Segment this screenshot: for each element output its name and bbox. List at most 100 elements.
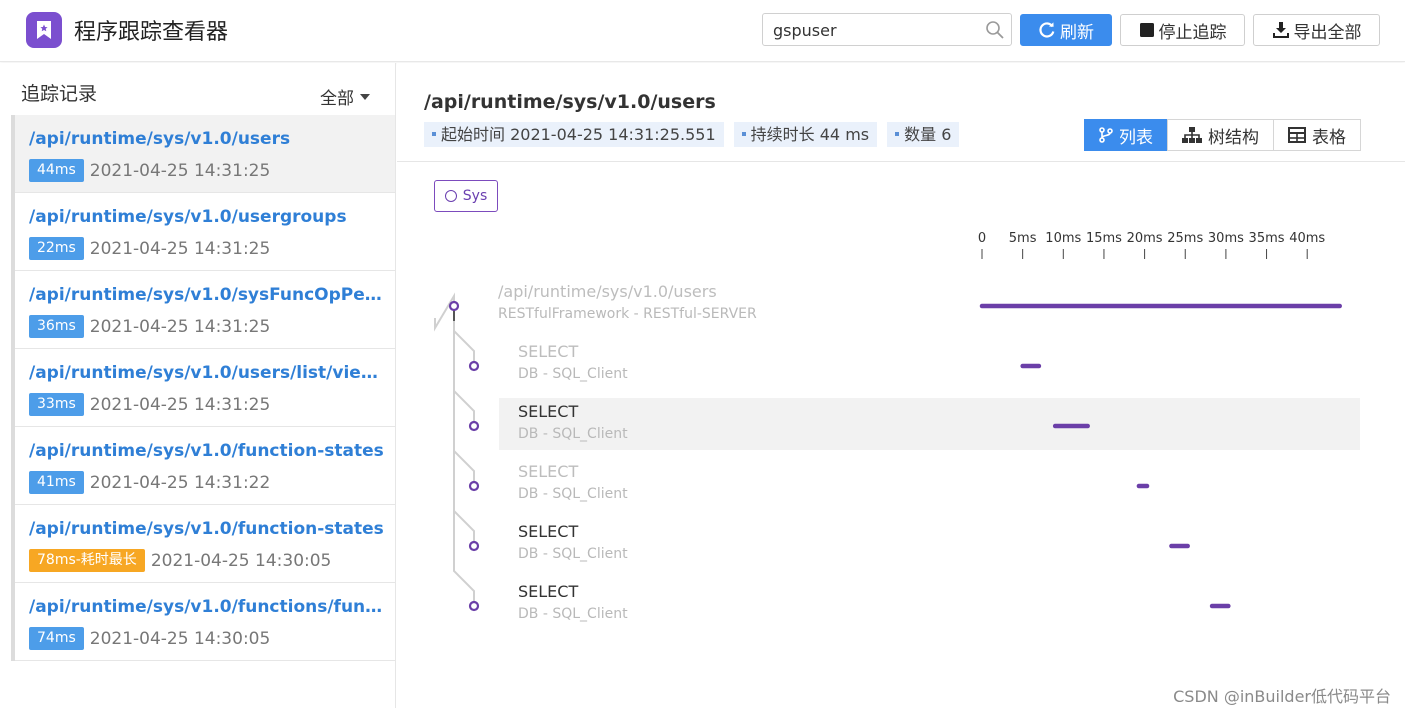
trace-records-header: 追踪记录 全部	[0, 63, 396, 115]
tree-view-button[interactable]: 树结构	[1167, 119, 1274, 151]
axis-tick-label: 40ms	[1289, 231, 1325, 246]
span-node-icon	[468, 540, 480, 552]
trace-filter-dropdown[interactable]: 全部	[320, 84, 370, 109]
trace-timestamp: 2021-04-25 14:31:22	[89, 472, 271, 493]
duration-badge: 78ms-耗时最长	[29, 549, 145, 572]
span-node-icon	[468, 600, 480, 612]
trace-url: /api/runtime/sys/v1.0/function-states	[29, 519, 384, 539]
tree-connector	[453, 441, 475, 486]
download-icon	[1272, 22, 1289, 38]
trace-timestamp: 2021-04-25 14:31:25	[89, 316, 271, 337]
trace-list-item[interactable]: /api/runtime/sys/v1.0/users 44ms 2021-04-2…	[15, 115, 395, 193]
trace-timestamp: 2021-04-25 14:31:25	[89, 394, 271, 415]
trace-detail-title: /api/runtime/sys/v1.0/users	[424, 91, 716, 113]
trace-timestamp: 2021-04-25 14:30:05	[89, 628, 271, 649]
trace-timestamp: 2021-04-25 14:30:05	[150, 550, 332, 571]
search-icon[interactable]	[985, 20, 1005, 40]
tree-connector	[453, 501, 475, 546]
axis-tick-label: 5ms	[1009, 231, 1037, 246]
axis-tick-label: 0	[978, 231, 986, 246]
app-logo	[26, 12, 62, 48]
refresh-icon	[1039, 22, 1055, 38]
sys-chip-label: Sys	[462, 188, 488, 204]
axis-tick-label: 10ms	[1045, 231, 1081, 246]
trace-list-item[interactable]: /api/runtime/sys/v1.0/sysFuncOpPermiss..…	[15, 271, 395, 349]
trace-timestamp: 2021-04-25 14:31:25	[89, 160, 271, 181]
stop-tracing-button[interactable]: 停止追踪	[1120, 14, 1245, 46]
sys-filter-chip[interactable]: Sys	[434, 180, 498, 212]
trace-records-title: 追踪记录	[21, 83, 98, 105]
duration-badge: 44ms	[29, 159, 84, 182]
trace-url: /api/runtime/sys/v1.0/usergroups	[29, 207, 347, 227]
table-view-label: 表格	[1312, 127, 1346, 148]
list-view-label: 列表	[1119, 127, 1153, 148]
duration-badge: 36ms	[29, 315, 84, 338]
trace-filter-label: 全部	[320, 89, 354, 109]
view-switch: 列表 树结构 表格	[1084, 119, 1361, 151]
start-time-text: 起始时间 2021-04-25 14:31:25.551	[441, 125, 716, 144]
tree-connector	[453, 381, 475, 426]
sitemap-icon	[1182, 127, 1202, 143]
stop-icon	[1139, 23, 1154, 37]
app-header: 程序跟踪查看器 刷新 停止追踪 导出全部	[0, 0, 1405, 62]
bullet-icon	[741, 131, 746, 136]
duration-text: 持续时长 44 ms	[750, 125, 870, 144]
trace-meta: 36ms 2021-04-25 14:31:25	[29, 315, 270, 338]
trace-list-item[interactable]: /api/runtime/sys/v1.0/function-states 41m…	[15, 427, 395, 505]
duration-badge: 74ms	[29, 627, 84, 650]
trace-summary-tags: 起始时间 2021-04-25 14:31:25.551 持续时长 44 ms …	[424, 122, 960, 147]
export-all-button[interactable]: 导出全部	[1253, 14, 1380, 46]
span-node-icon	[468, 480, 480, 492]
duration-badge: 33ms	[29, 393, 84, 416]
table-icon	[1288, 127, 1306, 143]
trace-url: /api/runtime/sys/v1.0/functions/funcInv.…	[29, 597, 385, 617]
axis-tick-label: 20ms	[1127, 231, 1163, 246]
circle-icon	[444, 190, 457, 202]
count-text: 数量 6	[904, 125, 952, 144]
axis-tick-label: 30ms	[1208, 231, 1244, 246]
axis-tick-label: 35ms	[1249, 231, 1285, 246]
trace-list-item[interactable]: /api/runtime/sys/v1.0/usergroups 22ms 2021…	[15, 193, 395, 271]
trace-list-item[interactable]: /api/runtime/sys/v1.0/function-states 78m…	[15, 505, 395, 583]
table-view-button[interactable]: 表格	[1273, 119, 1361, 151]
span-timeline: 0 5ms 10ms 15ms 20ms 25ms 30ms 35ms 40ms	[434, 231, 1342, 612]
duration-badge: 22ms	[29, 237, 84, 260]
caret-down-icon	[360, 93, 370, 100]
tree-connector	[453, 321, 475, 366]
trace-detail-panel: /api/runtime/sys/v1.0/users 起始时间 2021-04…	[397, 63, 1405, 708]
watermark: CSDN @inBuilder低代码平台	[1173, 687, 1391, 706]
trace-meta: 74ms 2021-04-25 14:30:05	[29, 627, 270, 650]
trace-meta: 41ms 2021-04-25 14:31:22	[29, 471, 270, 494]
search-box[interactable]	[762, 13, 1012, 46]
trace-meta: 33ms 2021-04-25 14:31:25	[29, 393, 270, 416]
trace-timestamp: 2021-04-25 14:31:25	[89, 238, 271, 259]
tree-connector	[434, 292, 455, 332]
span-node-icon	[448, 300, 460, 312]
duration-tag: 持续时长 44 ms	[733, 122, 878, 147]
trace-records-panel: 追踪记录 全部 /api/runtime/sys/v1.0/users 44ms 2…	[0, 63, 396, 708]
bullet-icon	[432, 131, 436, 136]
trace-meta: 44ms 2021-04-25 14:31:25	[29, 159, 270, 182]
trace-url: /api/runtime/sys/v1.0/sysFuncOpPermiss..…	[29, 285, 385, 305]
count-tag: 数量 6	[887, 122, 960, 147]
axis-tick-label: 25ms	[1167, 231, 1203, 246]
trace-list-item[interactable]: /api/runtime/sys/v1.0/functions/funcInv.…	[15, 583, 395, 661]
duration-badge: 41ms	[29, 471, 84, 494]
app-title: 程序跟踪查看器	[74, 20, 229, 45]
trace-meta: 22ms 2021-04-25 14:31:25	[29, 237, 270, 260]
span-node-icon	[468, 420, 480, 432]
bullet-icon	[895, 131, 900, 136]
tree-view-label: 树结构	[1208, 127, 1259, 148]
trace-meta: 78ms-耗时最长 2021-04-25 14:30:05	[29, 549, 331, 572]
list-view-button[interactable]: 列表	[1084, 119, 1168, 151]
trace-list: /api/runtime/sys/v1.0/users 44ms 2021-04-2…	[11, 115, 395, 661]
refresh-button[interactable]: 刷新	[1020, 14, 1112, 46]
bookmark-star-icon	[37, 21, 51, 39]
refresh-label: 刷新	[1060, 22, 1094, 43]
search-input[interactable]	[773, 20, 983, 40]
trace-list-item[interactable]: /api/runtime/sys/v1.0/users/list/viewsys…	[15, 349, 395, 427]
branch-icon	[1099, 127, 1113, 143]
trace-url: /api/runtime/sys/v1.0/users	[29, 129, 291, 149]
trace-url: /api/runtime/sys/v1.0/function-states	[29, 441, 384, 461]
start-time-tag: 起始时间 2021-04-25 14:31:25.551	[424, 122, 724, 147]
